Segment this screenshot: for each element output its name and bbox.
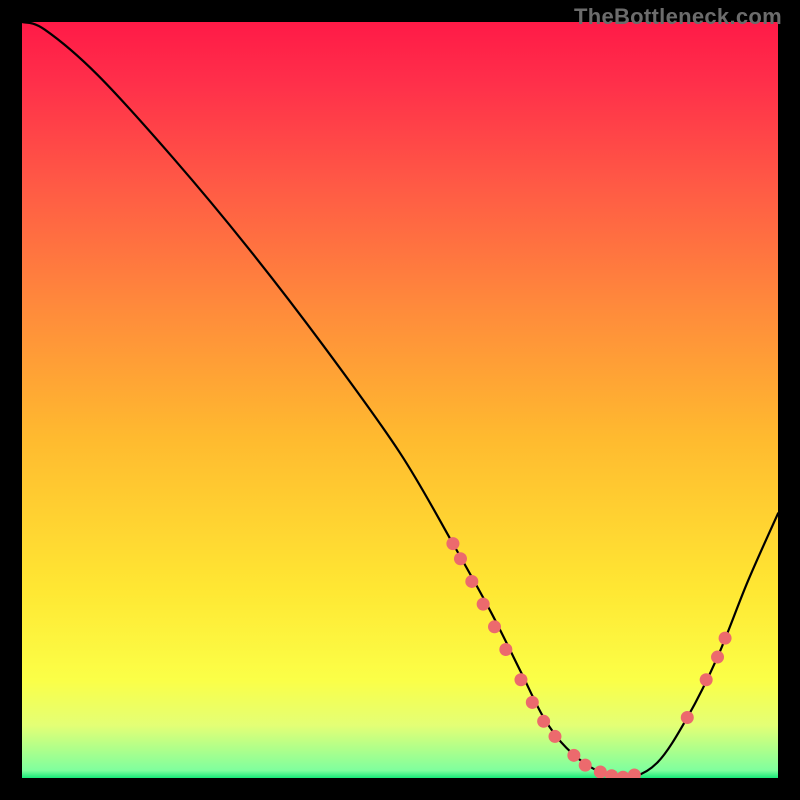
marker-group [446, 537, 731, 778]
data-marker [537, 715, 550, 728]
chart-frame: TheBottleneck.com [0, 0, 800, 800]
data-marker [488, 620, 501, 633]
data-marker [681, 711, 694, 724]
bottleneck-curve [22, 22, 778, 778]
data-marker [499, 643, 512, 656]
data-marker [465, 575, 478, 588]
plot-area [22, 22, 778, 778]
watermark-text: TheBottleneck.com [574, 4, 782, 30]
data-marker [617, 771, 630, 778]
data-marker [579, 759, 592, 772]
data-marker [454, 552, 467, 565]
data-marker [446, 537, 459, 550]
data-marker [514, 673, 527, 686]
data-marker [526, 696, 539, 709]
data-marker [548, 730, 561, 743]
data-marker [605, 769, 618, 778]
data-marker [711, 651, 724, 664]
data-marker [477, 598, 490, 611]
data-marker [700, 673, 713, 686]
data-marker [594, 765, 607, 778]
data-marker [628, 768, 641, 778]
chart-svg [22, 22, 778, 778]
data-marker [567, 749, 580, 762]
data-marker [719, 632, 732, 645]
